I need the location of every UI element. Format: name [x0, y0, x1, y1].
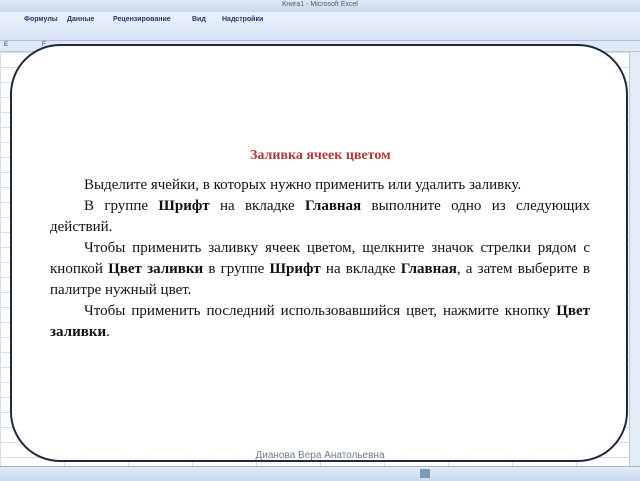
slide-body: Выделите ячейки, в которых нужно примени… [50, 175, 590, 343]
slide-heading: Заливка ячеек цветом [250, 148, 391, 163]
tab-data[interactable]: Данные [67, 16, 94, 23]
column-header-e[interactable]: E [4, 42, 8, 48]
bold-term-home: Главная [305, 198, 362, 214]
paragraph-1: Выделите ячейки, в которых нужно примени… [50, 175, 590, 196]
bold-term-font: Шрифт [269, 261, 321, 277]
tab-formulas[interactable]: Формулы [24, 16, 58, 23]
paragraph-text: на вкладке [320, 261, 401, 277]
paragraph-3: Чтобы применить заливку ячеек цветом, ще… [50, 238, 590, 301]
paragraph-4: Чтобы применить последний использовавший… [50, 301, 590, 343]
status-bar [0, 466, 640, 481]
paragraph-text: В группе [84, 198, 159, 214]
paragraph-text: на вкладке [209, 198, 306, 214]
paragraph-text: Выделите ячейки, в которых нужно примени… [84, 177, 522, 193]
paragraph-2: В группе Шрифт на вкладке Главная выполн… [50, 196, 590, 238]
tab-view[interactable]: Вид [192, 16, 206, 23]
paragraph-text: . [106, 324, 110, 340]
bold-term-home: Главная [400, 261, 457, 277]
tab-review[interactable]: Рецензирование [113, 16, 171, 23]
slide-footer-author: Дианова Вера Анатольевна [255, 450, 385, 461]
vertical-scrollbar[interactable] [629, 52, 640, 470]
sheet-tab-scroll-handle[interactable] [420, 469, 430, 478]
window-title-bar: Книга1 - Microsoft Excel [0, 0, 640, 12]
bold-term-font: Шрифт [158, 198, 210, 214]
window-title: Книга1 - Microsoft Excel [282, 1, 358, 8]
paragraph-text: в группе [203, 261, 270, 277]
tab-addins[interactable]: Надстройки [222, 16, 263, 23]
ribbon: Формулы Данные Рецензирование Вид Надстр… [0, 12, 640, 41]
paragraph-text: Чтобы применить последний использовавший… [84, 303, 557, 319]
bold-term-fill-color: Цвет заливки [108, 261, 204, 277]
